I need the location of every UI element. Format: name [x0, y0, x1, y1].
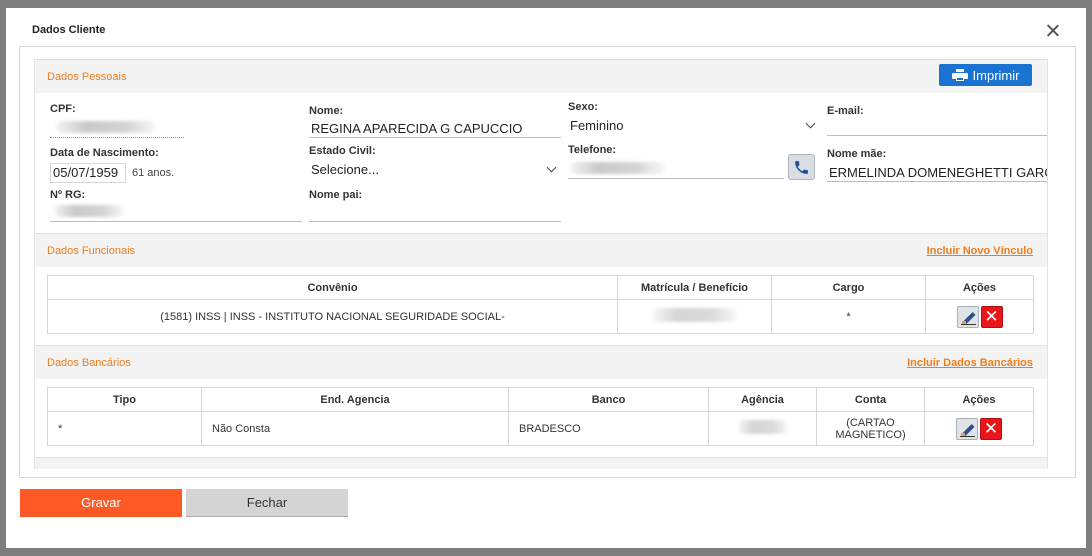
email-field: E-mail: [827, 105, 1047, 145]
printer-icon [951, 69, 968, 81]
column-header: Agência [708, 387, 817, 412]
nome-mae-input[interactable]: ERMELINDA DOMENEGHETTI GARCIA [827, 165, 1047, 180]
edit-icon[interactable] [956, 417, 978, 440]
rg-label: Nº RG: [50, 189, 86, 201]
column-header: Tipo [47, 387, 202, 412]
bancarios-table: Tipo End. Agencia Banco Agência Conta Aç… [47, 387, 1034, 446]
agencia-cell [708, 411, 817, 446]
phone-icon [795, 160, 808, 174]
edit-icon[interactable] [956, 305, 979, 328]
conta-line: (CARTAO [846, 416, 895, 429]
sexo-select[interactable]: Feminino [568, 118, 623, 133]
column-header: Matrícula / Benefício [617, 275, 772, 300]
table-row: (1581) INSS | INSS - INSTITUTO NACIONAL … [47, 299, 1034, 334]
delete-icon[interactable]: ✕ [980, 305, 1003, 328]
dialog-body: Dados Pessoais Imprimir CPF: Nome: REGIN… [19, 46, 1076, 478]
nome-underline [309, 137, 561, 138]
column-header: Convênio [47, 275, 618, 300]
actions-cell: ✕ [924, 411, 1034, 446]
section-title-funcionais: Dados Funcionais [47, 245, 136, 257]
column-header: Ações [925, 275, 1034, 300]
rg-field: Nº RG: [50, 189, 302, 229]
nascimento-input[interactable]: 05/07/1959 [50, 163, 126, 183]
nascimento-label: Data de Nascimento: [50, 147, 159, 159]
section-title-bancarios: Dados Bancários [47, 357, 131, 369]
table-row: * Não Consta BRADESCO (CARTAO MAGNETICO)… [47, 411, 1034, 446]
cpf-input[interactable] [50, 137, 184, 138]
cargo-cell: * [771, 299, 926, 334]
chevron-down-icon[interactable] [805, 118, 816, 129]
cpf-label: CPF: [50, 103, 76, 115]
email-label: E-mail: [827, 105, 864, 117]
column-header: End. Agencia [201, 387, 509, 412]
banco-cell: BRADESCO [508, 411, 709, 446]
column-header: Banco [508, 387, 709, 412]
dialog-scroll-area[interactable]: Dados Pessoais Imprimir CPF: Nome: REGIN… [34, 59, 1048, 469]
idade-text: 61 anos. [132, 167, 175, 179]
agencia-redacted [737, 420, 788, 434]
next-section-edge [35, 457, 1047, 469]
nome-pai-input[interactable] [309, 221, 561, 222]
telefone-input[interactable] [568, 178, 784, 179]
tipo-cell: * [47, 411, 202, 446]
phone-button[interactable] [788, 154, 815, 180]
print-button-label: Imprimir [972, 67, 1020, 83]
section-title-pessoais: Dados Pessoais [47, 71, 127, 83]
table-header-row: Tipo End. Agencia Banco Agência Conta Aç… [47, 387, 1034, 412]
sexo-field: Sexo: Feminino [568, 101, 820, 141]
end-agencia-cell: Não Consta [201, 411, 509, 446]
sexo-label: Sexo: [568, 101, 598, 113]
nome-mae-label: Nome mãe: [827, 148, 887, 160]
fechar-button[interactable]: Fechar [186, 489, 348, 517]
dialog-title: Dados Cliente [32, 24, 106, 36]
chevron-down-icon[interactable] [546, 162, 557, 173]
column-header: Ações [924, 387, 1034, 412]
nome-label: Nome: [309, 105, 344, 117]
rg-input[interactable] [50, 221, 302, 222]
estado-civil-field: Estado Civil: Selecione... [309, 145, 561, 185]
table-header-row: Convênio Matrícula / Benefício Cargo Açõ… [47, 275, 1034, 300]
incluir-bancarios-link[interactable]: Incluir Dados Bancários [907, 357, 1033, 369]
column-header: Cargo [771, 275, 926, 300]
cpf-field: CPF: [50, 103, 190, 143]
matricula-cell [617, 299, 772, 334]
nome-mae-field: Nome mãe: ERMELINDA DOMENEGHETTI GARCIA [827, 148, 1047, 188]
conta-cell: (CARTAO MAGNETICO) [816, 411, 925, 446]
nome-pai-field: Nome pai: [309, 189, 561, 229]
section-dados-pessoais: Dados Pessoais Imprimir [35, 59, 1047, 93]
actions-cell: ✕ [925, 299, 1034, 334]
print-button[interactable]: Imprimir [939, 64, 1032, 86]
section-dados-bancarios: Dados Bancários Incluir Dados Bancários [35, 345, 1047, 379]
nascimento-field: Data de Nascimento: 05/07/1959 61 anos. [50, 147, 300, 187]
telefone-field: Telefone: [568, 144, 820, 184]
cpf-redacted [56, 121, 156, 133]
column-header: Conta [816, 387, 925, 412]
estado-civil-select[interactable]: Selecione... [309, 162, 379, 177]
telefone-label: Telefone: [568, 144, 617, 156]
incluir-vinculo-link[interactable]: Incluir Novo Vínculo [927, 245, 1033, 257]
client-data-dialog: Dados Cliente Dados Pessoais Imprimir CP… [6, 8, 1086, 548]
nome-pai-label: Nome pai: [309, 189, 363, 201]
nome-mae-underline [827, 181, 1047, 182]
section-dados-funcionais: Dados Funcionais Incluir Novo Vínculo [35, 233, 1047, 267]
close-icon[interactable] [1044, 22, 1062, 40]
nome-input[interactable]: REGINA APARECIDA G CAPUCCIO [309, 121, 522, 136]
email-input[interactable] [827, 135, 1047, 136]
nome-field: Nome: REGINA APARECIDA G CAPUCCIO [309, 105, 561, 145]
telefone-redacted [570, 162, 665, 174]
funcionais-table: Convênio Matrícula / Benefício Cargo Açõ… [47, 275, 1034, 334]
matricula-redacted [652, 308, 737, 322]
gravar-button[interactable]: Gravar [20, 489, 182, 517]
delete-icon[interactable]: ✕ [980, 417, 1002, 440]
conta-line: MAGNETICO) [835, 428, 906, 441]
rg-redacted [54, 205, 124, 217]
estado-civil-label: Estado Civil: [309, 145, 376, 157]
convenio-cell: (1581) INSS | INSS - INSTITUTO NACIONAL … [47, 299, 618, 334]
